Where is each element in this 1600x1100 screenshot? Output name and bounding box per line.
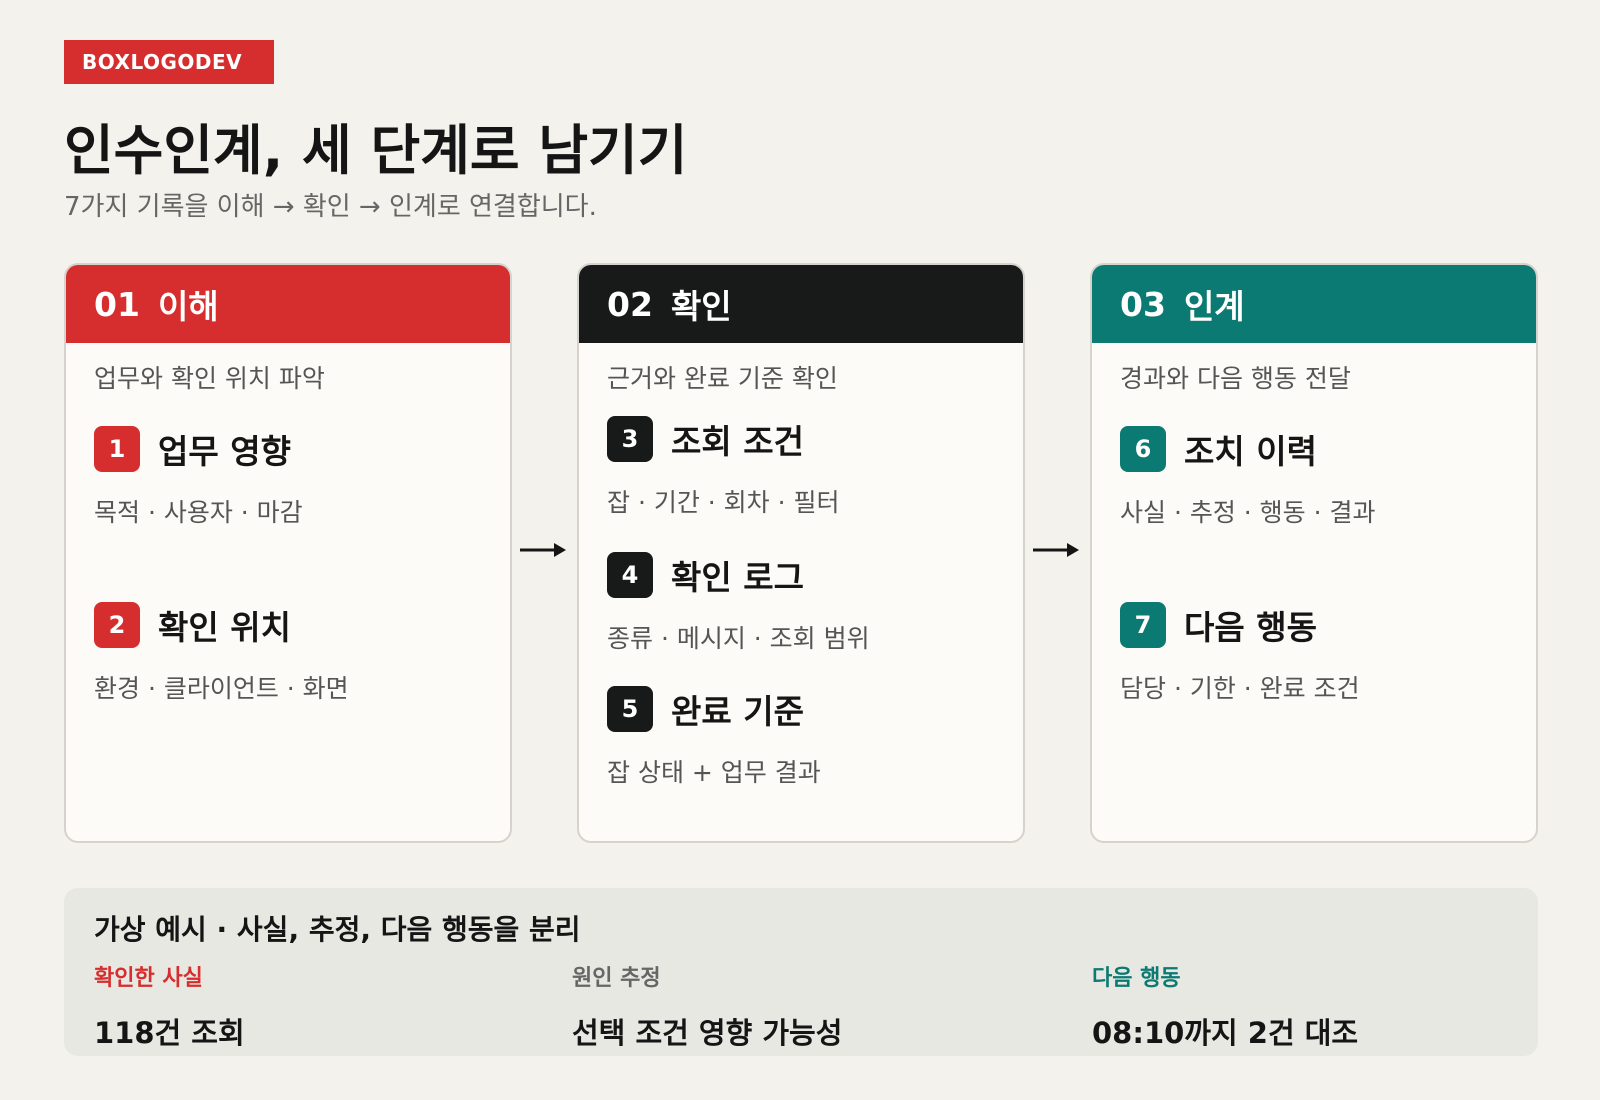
step-number-badge: 2 bbox=[94, 602, 140, 648]
step-3: 3 조회 조건 잡 · 기간 · 회차 · 필터 bbox=[607, 415, 840, 519]
stage-header: 02 확인 bbox=[579, 265, 1023, 343]
summary-label: 원인 추정 bbox=[572, 966, 661, 991]
step-number-badge: 6 bbox=[1120, 426, 1166, 472]
stage-description: 근거와 완료 기준 확인 bbox=[607, 364, 838, 393]
step-4: 4 확인 로그 종류 · 메시지 · 조회 범위 bbox=[607, 551, 870, 655]
step-head: 3 조회 조건 bbox=[607, 415, 840, 463]
step-detail: 사실 · 추정 · 행동 · 결과 bbox=[1120, 498, 1376, 527]
step-2: 2 확인 위치 환경 · 클라이언트 · 화면 bbox=[94, 601, 349, 705]
summary-value: 118건 조회 bbox=[94, 1016, 245, 1050]
step-head: 2 확인 위치 bbox=[94, 601, 349, 649]
step-detail: 종류 · 메시지 · 조회 범위 bbox=[607, 624, 870, 653]
arrow-right-icon bbox=[520, 543, 566, 557]
stage-number: 02 bbox=[607, 284, 653, 324]
stage-description: 경과와 다음 행동 전달 bbox=[1120, 364, 1351, 393]
step-5: 5 완료 기준 잡 상태 + 업무 결과 bbox=[607, 685, 821, 789]
stage-verify: 02 확인 근거와 완료 기준 확인 3 조회 조건 잡 · 기간 · 회차 ·… bbox=[577, 263, 1025, 843]
step-number-badge: 3 bbox=[607, 416, 653, 462]
summary-column-next: 다음 행동 08:10까지 2건 대조 bbox=[1092, 960, 1358, 1052]
page-subtitle: 7가지 기록을 이해 → 확인 → 인계로 연결합니다. bbox=[64, 192, 597, 222]
step-number-badge: 4 bbox=[607, 552, 653, 598]
stage-understand: 01 이해 업무와 확인 위치 파악 1 업무 영향 목적 · 사용자 · 마감… bbox=[64, 263, 512, 843]
step-number-badge: 1 bbox=[94, 426, 140, 472]
step-6: 6 조치 이력 사실 · 추정 · 행동 · 결과 bbox=[1120, 425, 1376, 529]
step-1: 1 업무 영향 목적 · 사용자 · 마감 bbox=[94, 425, 303, 529]
stage-description: 업무와 확인 위치 파악 bbox=[94, 364, 325, 393]
step-head: 7 다음 행동 bbox=[1120, 601, 1360, 649]
step-detail: 담당 · 기한 · 완료 조건 bbox=[1120, 674, 1360, 703]
stage-label: 인계 bbox=[1183, 287, 1245, 326]
summary-value: 08:10까지 2건 대조 bbox=[1092, 1016, 1359, 1050]
step-detail: 목적 · 사용자 · 마감 bbox=[94, 498, 303, 527]
summary-label: 확인한 사실 bbox=[94, 966, 203, 991]
step-title: 확인 위치 bbox=[158, 608, 291, 647]
stage-header: 03 인계 bbox=[1092, 265, 1536, 343]
summary-value: 선택 조건 영향 가능성 bbox=[572, 1016, 843, 1050]
step-title: 조회 조건 bbox=[671, 422, 804, 461]
stage-header: 01 이해 bbox=[66, 265, 510, 343]
step-detail: 환경 · 클라이언트 · 화면 bbox=[94, 674, 349, 703]
summary-panel: 가상 예시 · 사실, 추정, 다음 행동을 분리 확인한 사실 118건 조회… bbox=[64, 888, 1538, 1056]
summary-label: 다음 행동 bbox=[1092, 966, 1181, 991]
step-head: 6 조치 이력 bbox=[1120, 425, 1376, 473]
step-title: 확인 로그 bbox=[671, 558, 804, 597]
arrow-right-icon bbox=[1033, 543, 1079, 557]
stage-number: 03 bbox=[1120, 284, 1166, 324]
step-head: 1 업무 영향 bbox=[94, 425, 303, 473]
step-title: 업무 영향 bbox=[158, 432, 291, 471]
step-7: 7 다음 행동 담당 · 기한 · 완료 조건 bbox=[1120, 601, 1360, 705]
stage-label: 이해 bbox=[157, 287, 219, 326]
step-number-badge: 7 bbox=[1120, 602, 1166, 648]
summary-column-fact: 확인한 사실 118건 조회 bbox=[94, 960, 245, 1052]
summary-column-estimate: 원인 추정 선택 조건 영향 가능성 bbox=[572, 960, 842, 1052]
step-title: 완료 기준 bbox=[671, 692, 804, 731]
brand-tag: BOXLOGODEV bbox=[64, 40, 274, 84]
stage-label: 확인 bbox=[670, 287, 732, 326]
step-detail: 잡 상태 + 업무 결과 bbox=[607, 758, 821, 787]
summary-title: 가상 예시 · 사실, 추정, 다음 행동을 분리 bbox=[94, 913, 581, 946]
step-head: 4 확인 로그 bbox=[607, 551, 870, 599]
stage-number: 01 bbox=[94, 284, 140, 324]
step-head: 5 완료 기준 bbox=[607, 685, 821, 733]
step-detail: 잡 · 기간 · 회차 · 필터 bbox=[607, 488, 840, 517]
step-number-badge: 5 bbox=[607, 686, 653, 732]
stage-handover: 03 인계 경과와 다음 행동 전달 6 조치 이력 사실 · 추정 · 행동 … bbox=[1090, 263, 1538, 843]
page-title: 인수인계, 세 단계로 남기기 bbox=[64, 119, 688, 182]
step-title: 조치 이력 bbox=[1184, 432, 1317, 471]
step-title: 다음 행동 bbox=[1184, 608, 1317, 647]
